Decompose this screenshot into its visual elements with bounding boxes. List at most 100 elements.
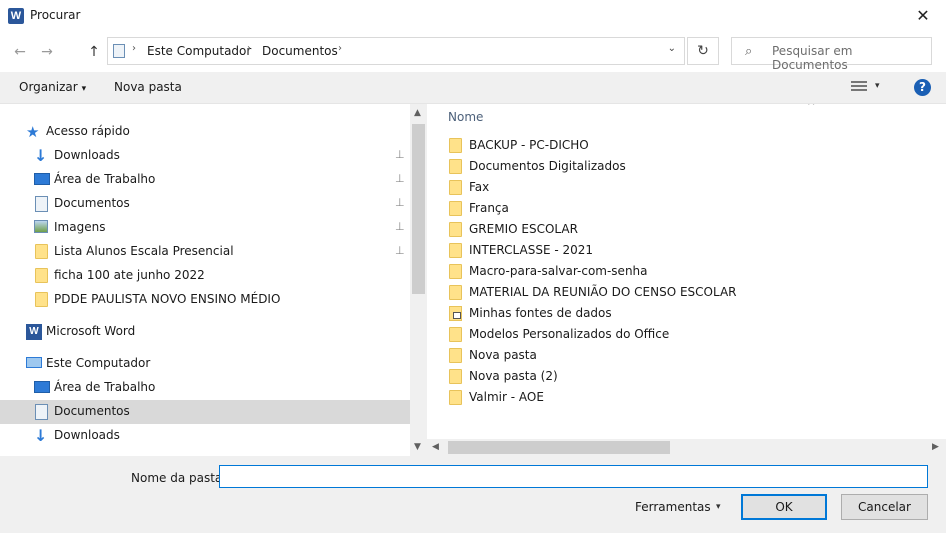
folder-icon [449, 138, 462, 153]
list-item[interactable]: Modelos Personalizados do Office [449, 324, 749, 345]
breadcrumb-documentos[interactable]: Documentos [262, 44, 338, 58]
breadcrumb-este-computador[interactable]: Este Computador [147, 44, 251, 58]
scroll-up-arrow[interactable]: ▲ [414, 108, 421, 118]
list-item[interactable]: França [449, 198, 749, 219]
documents-location-icon [113, 44, 125, 58]
download-icon: ↓ [34, 426, 48, 445]
scroll-right-arrow[interactable]: ▶ [932, 442, 939, 452]
sidebar-item-lista-alunos[interactable]: Lista Alunos Escala Presencial ⊥ [0, 240, 410, 264]
word-icon: W [26, 324, 42, 340]
chevron-right-icon[interactable]: › [247, 43, 251, 54]
folder-icon [449, 180, 462, 195]
list-item[interactable]: Minhas fontes de dados [449, 303, 749, 324]
folder-name-input[interactable] [219, 465, 928, 488]
cancel-button[interactable]: Cancelar [841, 494, 928, 520]
refresh-button[interactable]: ↻ [687, 37, 719, 65]
pin-icon: ⊥ [395, 172, 405, 185]
search-input[interactable]: Pesquisar em Documentos [772, 44, 931, 72]
list-item[interactable]: Documentos Digitalizados [449, 156, 749, 177]
new-folder-button[interactable]: Nova pasta [114, 80, 182, 94]
folder-icon [35, 244, 48, 259]
folder-icon [35, 268, 48, 283]
tools-button[interactable]: Ferramentas [635, 500, 711, 514]
ok-button[interactable]: OK [741, 494, 827, 520]
help-icon[interactable]: ? [914, 79, 931, 96]
documents-icon [35, 404, 48, 420]
sidebar-item-label: Documentos [54, 196, 130, 210]
view-options-icon[interactable] [851, 81, 867, 94]
navigation-pane: ★ Acesso rápido ↓ Downloads ⊥ Área de Tr… [0, 104, 427, 456]
file-list-horizontal-scrollbar[interactable]: ◀ ▶ [427, 439, 946, 456]
sidebar-item-area-de-trabalho-pc[interactable]: Área de Trabalho [0, 376, 410, 400]
up-folder-button[interactable]: ↑ [83, 41, 105, 63]
scrollbar-thumb[interactable] [448, 441, 670, 454]
sidebar-item-label: Downloads [54, 428, 120, 442]
pin-icon: ⊥ [395, 244, 405, 257]
sidebar-item-label: Acesso rápido [46, 124, 130, 138]
list-item[interactable]: INTERCLASSE - 2021 [449, 240, 749, 261]
column-header-nome[interactable]: Nome [448, 110, 483, 124]
sidebar-item-microsoft-word[interactable]: W Microsoft Word [0, 320, 410, 344]
sort-ascending-icon: ^ [807, 104, 816, 112]
data-sources-folder-icon [449, 306, 462, 321]
search-box[interactable]: ⌕ Pesquisar em Documentos [731, 37, 932, 72]
sidebar-item-label: ficha 100 ate junho 2022 [54, 268, 205, 282]
chevron-down-icon[interactable]: ▾ [875, 81, 880, 91]
folder-icon [449, 348, 462, 363]
pictures-icon [34, 220, 48, 233]
list-item[interactable]: Nova pasta (2) [449, 366, 749, 387]
address-bar[interactable]: › Este Computador › Documentos › ⌄ [107, 37, 685, 65]
list-item[interactable]: GREMIO ESCOLAR [449, 219, 749, 240]
sidebar-item-label: Lista Alunos Escala Presencial [54, 244, 234, 258]
list-item[interactable]: BACKUP - PC-DICHO [449, 135, 749, 156]
scroll-down-arrow[interactable]: ▼ [414, 442, 421, 452]
list-item[interactable]: MATERIAL DA REUNIÃO DO CENSO ESCOLAR [449, 282, 749, 303]
back-button[interactable]: ← [9, 41, 31, 63]
sidebar-item-downloads[interactable]: ↓ Downloads ⊥ [0, 144, 410, 168]
window-title: Procurar [30, 8, 81, 22]
sidebar-item-downloads-pc[interactable]: ↓ Downloads [0, 424, 410, 448]
sidebar-item-label: Imagens [54, 220, 106, 234]
title-bar: W Procurar ✕ [0, 0, 946, 32]
folder-icon [449, 327, 462, 342]
sidebar-item-pdde-paulista[interactable]: PDDE PAULISTA NOVO ENSINO MÉDIO [0, 288, 410, 312]
sidebar-item-imagens[interactable]: Imagens ⊥ [0, 216, 410, 240]
organize-button[interactable]: Organizar ▾ [19, 80, 86, 94]
list-item[interactable]: Nova pasta [449, 345, 749, 366]
folder-icon [449, 369, 462, 384]
sidebar-item-ficha-100[interactable]: ficha 100 ate junho 2022 [0, 264, 410, 288]
computer-icon [26, 357, 42, 368]
list-item[interactable]: Fax [449, 177, 749, 198]
scroll-left-arrow[interactable]: ◀ [432, 442, 439, 452]
folder-icon [449, 159, 462, 174]
file-name: MATERIAL DA REUNIÃO DO CENSO ESCOLAR [469, 285, 737, 299]
file-name: França [469, 201, 509, 215]
sidebar-item-acesso-rapido[interactable]: ★ Acesso rápido [0, 120, 410, 144]
folder-icon [449, 201, 462, 216]
list-item[interactable]: Macro-para-salvar-com-senha [449, 261, 749, 282]
pin-icon: ⊥ [395, 220, 405, 233]
scrollbar-thumb[interactable] [412, 124, 425, 294]
forward-button[interactable]: → [36, 41, 58, 63]
chevron-right-icon[interactable]: › [132, 43, 136, 54]
pin-icon: ⊥ [395, 148, 405, 161]
file-list-pane: ^ Nome BACKUP - PC-DICHO Documentos Digi… [427, 104, 946, 456]
sidebar-item-documentos[interactable]: Documentos ⊥ [0, 192, 410, 216]
chevron-down-icon[interactable]: ▾ [716, 502, 721, 512]
navigation-scrollbar[interactable]: ▲ ▼ [410, 104, 427, 456]
folder-icon [449, 243, 462, 258]
sidebar-item-este-computador[interactable]: Este Computador [0, 352, 410, 376]
file-name: Modelos Personalizados do Office [469, 327, 670, 341]
file-name: Macro-para-salvar-com-senha [469, 264, 648, 278]
sidebar-item-area-de-trabalho[interactable]: Área de Trabalho ⊥ [0, 168, 410, 192]
star-icon: ★ [26, 123, 40, 141]
chevron-right-icon[interactable]: › [338, 43, 342, 54]
sidebar-item-documentos-pc[interactable]: Documentos [0, 400, 410, 424]
sidebar-item-label: PDDE PAULISTA NOVO ENSINO MÉDIO [54, 292, 281, 306]
file-name: INTERCLASSE - 2021 [469, 243, 594, 257]
file-name: BACKUP - PC-DICHO [469, 138, 589, 152]
address-history-dropdown[interactable]: ⌄ [668, 43, 676, 54]
close-button[interactable]: ✕ [900, 0, 946, 32]
organize-label: Organizar [19, 80, 78, 94]
list-item[interactable]: Valmir - AOE [449, 387, 749, 408]
